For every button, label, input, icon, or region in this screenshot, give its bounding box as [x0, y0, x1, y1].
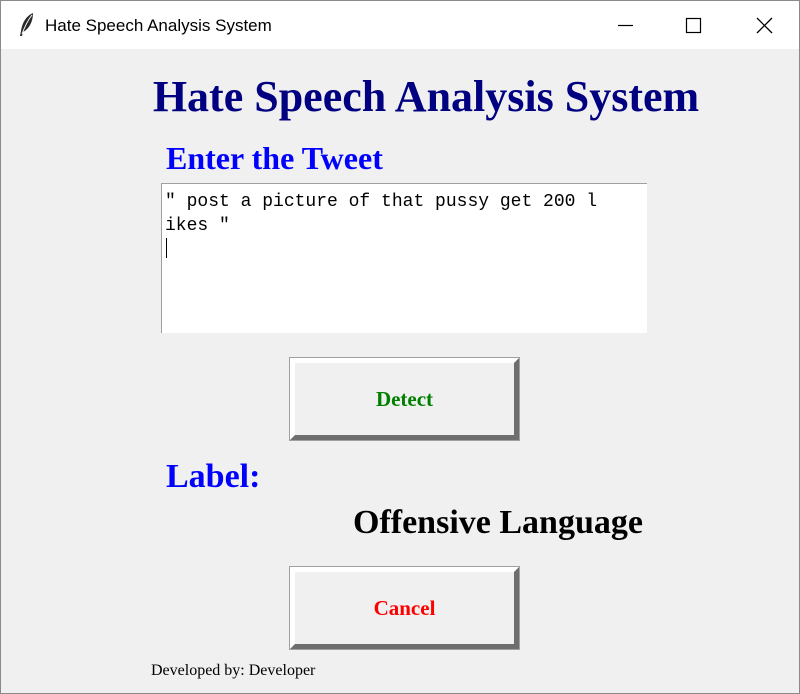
maximize-icon[interactable] [670, 1, 716, 49]
app-window: Hate Speech Analysis System Hate Speech … [0, 0, 800, 694]
developer-credit: Developed by: Developer [151, 662, 316, 679]
tweet-text: " post a picture of that pussy get 200 l… [165, 192, 598, 236]
text-caret [166, 238, 167, 258]
tweet-input-label: Enter the Tweet [166, 140, 383, 176]
minimize-icon[interactable] [602, 1, 648, 49]
title-bar[interactable]: Hate Speech Analysis System [1, 1, 799, 49]
window-title: Hate Speech Analysis System [45, 16, 272, 35]
close-icon[interactable] [741, 1, 787, 49]
feather-icon [17, 12, 37, 38]
result-label: Offensive Language [353, 504, 643, 541]
tweet-textarea[interactable]: " post a picture of that pussy get 200 l… [161, 183, 647, 333]
result-heading: Label: [166, 458, 261, 495]
cancel-button[interactable]: Cancel [289, 566, 520, 650]
page-title: Hate Speech Analysis System [152, 72, 700, 121]
detect-button[interactable]: Detect [289, 357, 520, 441]
